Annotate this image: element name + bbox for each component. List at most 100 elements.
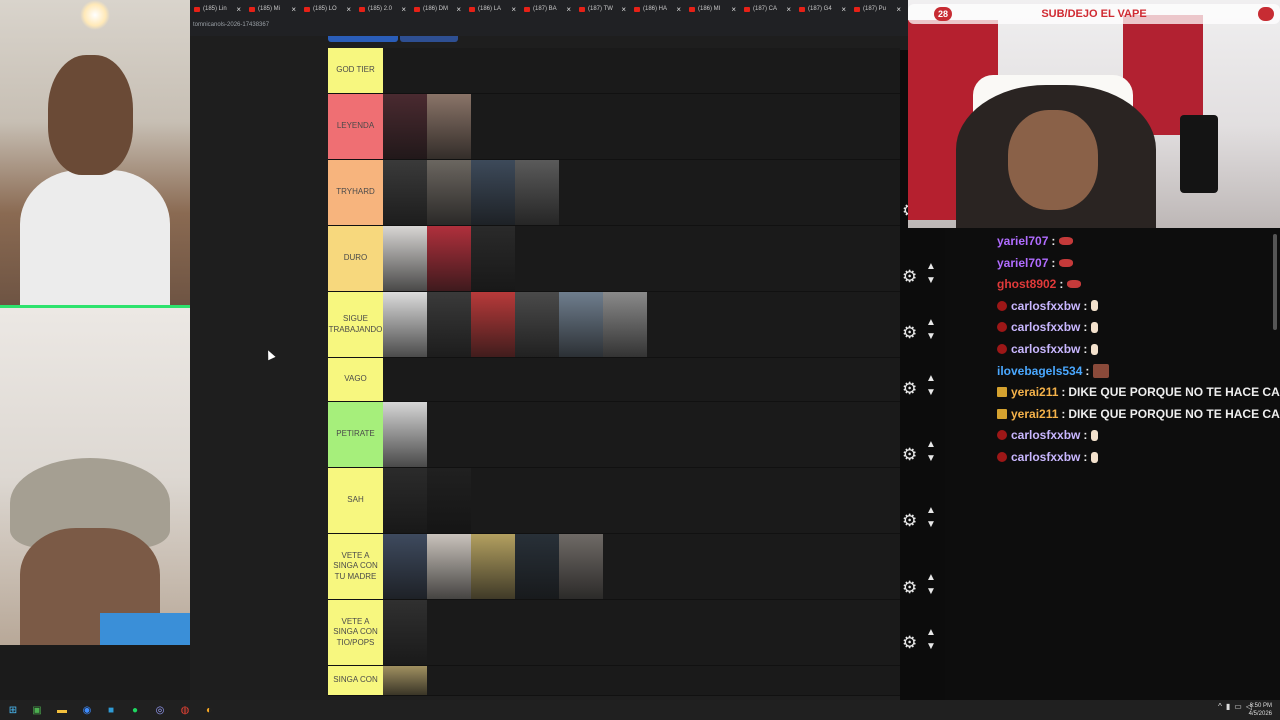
chevron-down-icon[interactable]: ▼ [926,276,936,286]
chat-username[interactable]: yerai211 [1011,407,1058,421]
browser-tab[interactable]: (187) Pu × [850,0,905,18]
tier-item-thumbnail[interactable] [427,292,471,357]
gear-icon[interactable]: ⚙ [902,380,917,397]
tier-item-thumbnail[interactable] [427,468,471,533]
chevron-up-icon[interactable]: ▲ [926,374,936,384]
tier-item-thumbnail[interactable] [559,534,603,599]
close-tab-icon[interactable]: × [511,5,516,14]
tier-item-thumbnail[interactable] [383,468,427,533]
chat-username[interactable]: yerai211 [1011,385,1058,399]
tier-label[interactable]: TRYHARD [328,160,383,225]
close-tab-icon[interactable]: × [401,5,406,14]
chat-username[interactable]: carlosfxxbw [1011,428,1080,442]
gear-icon[interactable]: ⚙ [902,268,917,285]
windows-start-icon[interactable]: ⊞ [6,703,20,717]
tier-item-thumbnail[interactable] [383,160,427,225]
tier-item-thumbnail[interactable] [427,226,471,291]
tier-item-thumbnail[interactable] [383,600,427,665]
browser-tab[interactable]: (186) DM × [410,0,465,18]
app-icon[interactable]: ◐ [202,703,216,717]
chat-username[interactable]: ghost8902 [997,277,1056,291]
top-button-2[interactable] [400,36,458,42]
tier-label[interactable]: VETE A SINGA CON TU MADRE [328,534,383,599]
chat-username[interactable]: carlosfxxbw [1011,342,1080,356]
close-tab-icon[interactable]: × [676,5,681,14]
chat-username[interactable]: yariel707 [997,234,1048,248]
chevron-down-icon[interactable]: ▼ [926,332,936,342]
browser-tab[interactable]: (185) LO × [300,0,355,18]
browser-tab[interactable]: (185) Lin × [190,0,245,18]
chevron-up-icon[interactable]: ▲ [926,506,936,516]
tier-item-thumbnail[interactable] [471,534,515,599]
browser-tab[interactable]: (187) BA × [520,0,575,18]
file-explorer-icon[interactable]: ▬ [55,703,69,717]
close-tab-icon[interactable]: × [346,5,351,14]
store-icon[interactable]: ■ [104,703,118,717]
tier-label[interactable]: LEYENDA [328,94,383,159]
close-tab-icon[interactable]: × [896,5,901,14]
tier-label[interactable]: VETE A SINGA CON TIO/POPS [328,600,383,665]
close-tab-icon[interactable]: × [456,5,461,14]
chevron-down-icon[interactable]: ▼ [926,587,936,597]
chevron-up-icon[interactable]: ▲ [926,262,936,272]
gear-icon[interactable]: ⚙ [902,446,917,463]
close-tab-icon[interactable]: × [566,5,571,14]
tier-item-thumbnail[interactable] [559,292,603,357]
tier-label[interactable]: SAH [328,468,383,533]
gear-icon[interactable]: ⚙ [902,579,917,596]
tier-label[interactable]: SINGA CON [328,666,383,695]
tier-item-thumbnail[interactable] [515,160,559,225]
chevron-down-icon[interactable]: ▼ [926,388,936,398]
tier-item-thumbnail[interactable] [515,534,559,599]
tier-item-thumbnail[interactable] [471,226,515,291]
browser-tab[interactable]: (187) CA × [740,0,795,18]
top-button-1[interactable] [328,36,398,42]
gear-icon[interactable]: ⚙ [902,324,917,341]
gear-icon[interactable]: ⚙ [902,512,917,529]
chat-username[interactable]: carlosfxxbw [1011,299,1080,313]
network-icon[interactable]: ▭ [1234,702,1242,711]
tier-item-thumbnail[interactable] [471,160,515,225]
tier-item-thumbnail[interactable] [427,94,471,159]
chevron-up-icon[interactable]: ▲ [926,318,936,328]
tier-label[interactable]: GOD TIER [328,48,383,93]
browser-tab[interactable]: (185) 2.0 × [355,0,410,18]
tier-item-thumbnail[interactable] [383,226,427,291]
close-tab-icon[interactable]: × [236,5,241,14]
tier-label[interactable]: SIGUE TRABAJANDO [328,292,383,357]
close-tab-icon[interactable]: × [841,5,846,14]
tier-item-thumbnail[interactable] [427,160,471,225]
browser-tab[interactable]: (187) TW × [575,0,630,18]
browser-tab[interactable]: (187) G4 × [795,0,850,18]
chevron-up-icon[interactable]: ^ [1218,702,1222,711]
browser-tab[interactable]: (185) Mi × [245,0,300,18]
close-tab-icon[interactable]: × [291,5,296,14]
chevron-up-icon[interactable]: ▲ [926,440,936,450]
chat-scrollbar[interactable] [1273,234,1277,330]
chevron-down-icon[interactable]: ▼ [926,454,936,464]
chat-username[interactable]: carlosfxxbw [1011,320,1080,334]
chevron-down-icon[interactable]: ▼ [926,520,936,530]
chat-username[interactable]: carlosfxxbw [1011,450,1080,464]
tier-item-thumbnail[interactable] [383,534,427,599]
browser-tab[interactable]: (186) LA × [465,0,520,18]
chat-username[interactable]: ilovebagels534 [997,364,1082,378]
address-bar[interactable]: tomnicanols-2026-17438367 [190,18,908,36]
close-tab-icon[interactable]: × [621,5,626,14]
chevron-up-icon[interactable]: ▲ [926,628,936,638]
obs-icon[interactable]: ◎ [153,703,167,717]
chevron-up-icon[interactable]: ▲ [926,573,936,583]
chat-username[interactable]: yariel707 [997,256,1048,270]
chevron-down-icon[interactable]: ▼ [926,642,936,652]
spotify-icon[interactable]: ● [128,703,142,717]
chrome-icon[interactable]: ◍ [178,703,192,717]
gear-icon[interactable]: ⚙ [902,634,917,651]
close-tab-icon[interactable]: × [731,5,736,14]
tier-item-thumbnail[interactable] [383,666,427,695]
tier-item-thumbnail[interactable] [427,534,471,599]
terminal-icon[interactable]: ▣ [30,703,44,717]
taskbar-clock[interactable]: 8:50 PM 4/5/2026 [1249,702,1272,718]
tier-item-thumbnail[interactable] [603,292,647,357]
tier-item-thumbnail[interactable] [383,292,427,357]
tier-item-thumbnail[interactable] [383,402,427,467]
